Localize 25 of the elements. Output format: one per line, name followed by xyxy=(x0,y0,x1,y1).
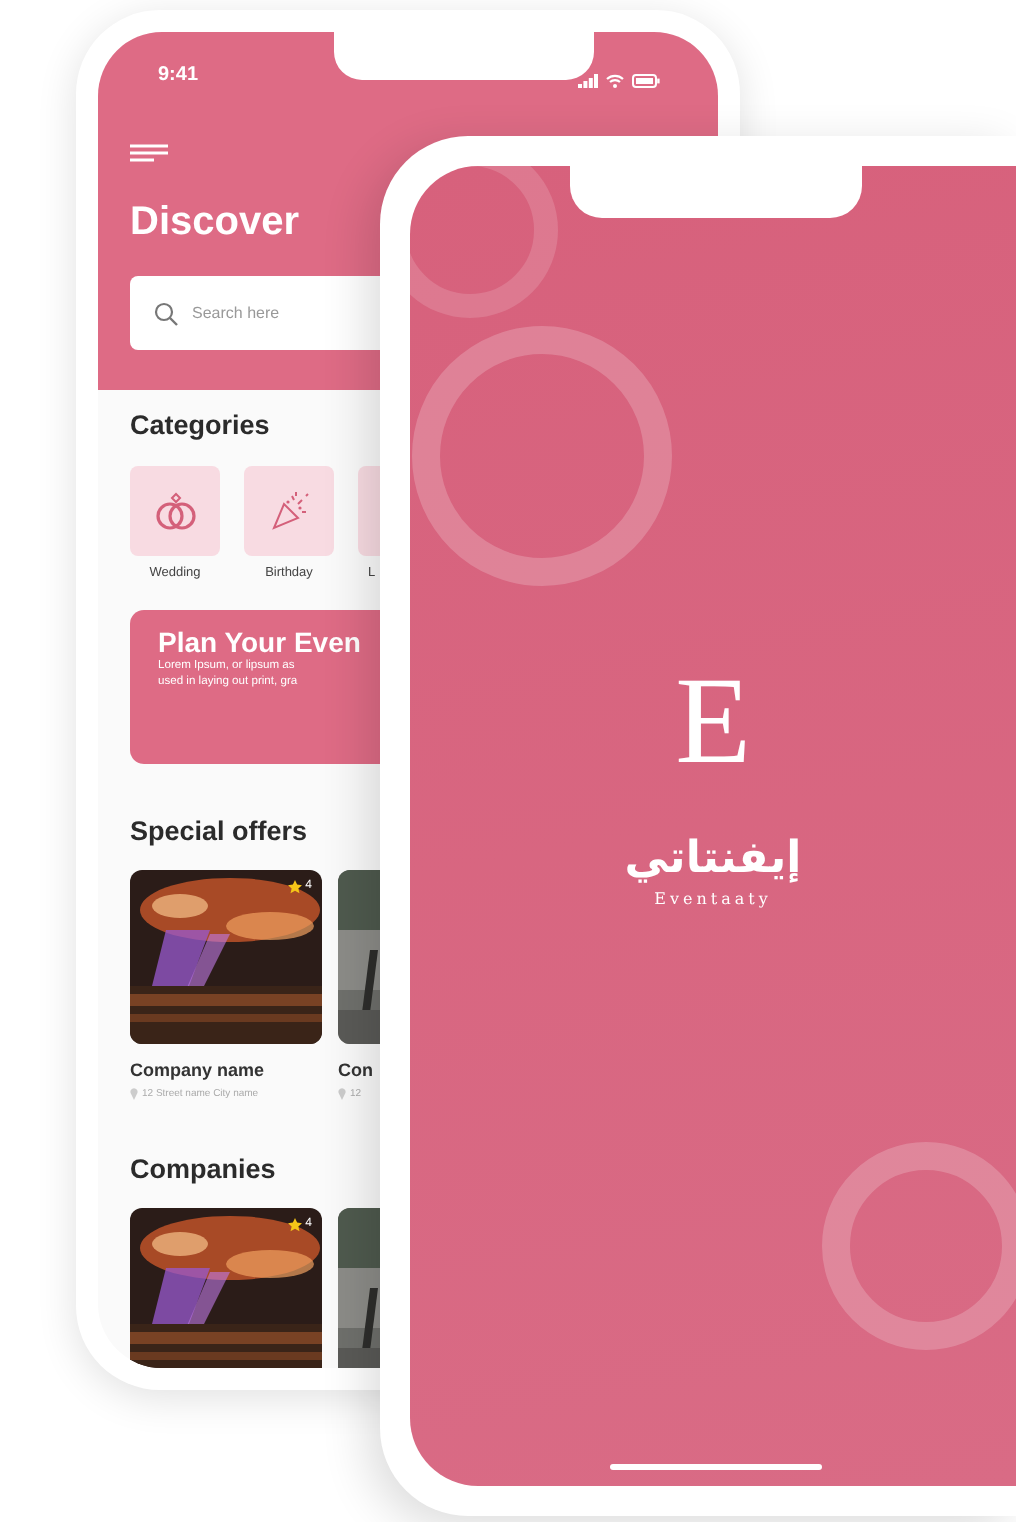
star-icon xyxy=(287,1218,302,1232)
wifi-icon xyxy=(606,74,624,88)
signal-icon xyxy=(578,74,598,88)
logo-letter: E xyxy=(675,656,751,788)
search-field[interactable]: Search here xyxy=(130,276,384,350)
app-name: Eventaaty xyxy=(654,890,772,910)
menu-icon[interactable] xyxy=(130,144,168,162)
app-name-arabic: إيفنتاتي xyxy=(624,832,802,888)
company-name: Company name xyxy=(130,1060,265,1082)
confetti-icon xyxy=(267,489,311,533)
search-icon xyxy=(154,301,178,325)
category-tile[interactable] xyxy=(130,466,220,556)
section-heading: Categories xyxy=(130,410,270,442)
promo-title: Plan Your Even xyxy=(158,626,361,659)
rings-icon xyxy=(153,491,197,531)
star-icon xyxy=(287,880,302,894)
location-pin-icon xyxy=(130,1088,138,1100)
category-tile[interactable] xyxy=(244,466,334,556)
battery-icon xyxy=(632,74,660,88)
section-heading: Companies xyxy=(130,1154,276,1186)
screen-title: Discover xyxy=(130,198,299,246)
location-pin-icon xyxy=(338,1088,346,1100)
section-heading: Special offers xyxy=(130,816,308,848)
company-name: Con xyxy=(338,1060,373,1082)
status-time: 9:41 xyxy=(158,62,199,88)
